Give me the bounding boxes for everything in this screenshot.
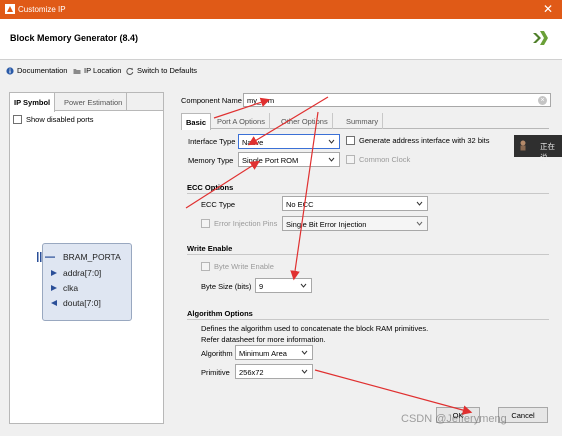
bus-bracket-icon bbox=[37, 252, 55, 262]
primitive-select[interactable]: 256x72 bbox=[235, 364, 313, 379]
bram-symbol: BRAM_PORTA addra[7:0] clka douta[7:0] bbox=[37, 243, 132, 321]
chevron-down-icon bbox=[300, 283, 307, 288]
chevron-down-icon bbox=[416, 221, 423, 226]
tab-summary[interactable]: Summary bbox=[342, 113, 384, 129]
gen-addr-option[interactable]: Generate address interface with 32 bits bbox=[346, 136, 490, 145]
bram-porta-label: BRAM_PORTA bbox=[63, 252, 121, 262]
common-clock-checkbox[interactable] bbox=[346, 155, 355, 164]
dialog-header: Block Memory Generator (8.4) bbox=[0, 19, 562, 60]
ip-symbol-panel: IP Symbol Power Estimation Show disabled… bbox=[9, 92, 164, 424]
divider bbox=[187, 193, 549, 194]
pin-clka: clka bbox=[49, 283, 78, 293]
chevron-down-icon bbox=[328, 157, 335, 162]
switch-defaults-button[interactable]: Switch to Defaults bbox=[126, 66, 197, 75]
write-enable-heading: Write Enable bbox=[187, 244, 233, 253]
app-icon bbox=[5, 4, 15, 14]
input-arrow-icon bbox=[51, 285, 57, 291]
documentation-button[interactable]: Documentation bbox=[6, 66, 67, 75]
chevron-down-icon bbox=[328, 139, 335, 144]
gen-addr-checkbox[interactable] bbox=[346, 136, 355, 145]
mascot-icon bbox=[520, 140, 526, 151]
pin-addra: addra[7:0] bbox=[49, 268, 101, 278]
ecc-options-heading: ECC Options bbox=[187, 183, 234, 192]
config-tab-bar: Basic Port A Options Other Options Summa… bbox=[181, 113, 549, 130]
vivado-logo-icon bbox=[533, 31, 548, 45]
csdn-watermark: CSDN @Jefferymeng bbox=[401, 413, 507, 425]
interface-type-label: Interface Type bbox=[188, 137, 236, 146]
show-disabled-ports-checkbox[interactable] bbox=[13, 115, 22, 124]
primitive-label: Primitive bbox=[201, 368, 230, 377]
algorithm-select[interactable]: Minimum Area bbox=[235, 345, 313, 360]
input-arrow-icon bbox=[51, 270, 57, 276]
configuration-panel: Component Name my_rom × Basic Port A Opt… bbox=[176, 90, 554, 430]
ecc-type-label: ECC Type bbox=[201, 200, 236, 209]
tab-ip-symbol[interactable]: IP Symbol bbox=[10, 93, 56, 112]
divider bbox=[187, 319, 549, 320]
ip-location-button[interactable]: IP Location bbox=[73, 66, 121, 75]
divider bbox=[187, 254, 549, 255]
algorithm-options-heading: Algorithm Options bbox=[187, 309, 253, 318]
tab-basic[interactable]: Basic bbox=[181, 113, 212, 130]
tab-power-estimation[interactable]: Power Estimation bbox=[60, 93, 128, 111]
refresh-icon bbox=[126, 67, 134, 75]
byte-size-select[interactable]: 9 bbox=[255, 278, 312, 293]
component-name-input[interactable]: my_rom × bbox=[243, 93, 551, 107]
folder-icon bbox=[73, 68, 81, 74]
component-name-label: Component Name bbox=[181, 96, 242, 105]
interface-type-select[interactable]: Native bbox=[238, 134, 340, 149]
common-clock-option[interactable]: Common Clock bbox=[346, 155, 410, 164]
output-arrow-icon bbox=[51, 300, 57, 306]
algorithm-datasheet-note: Refer datasheet for more information. bbox=[201, 335, 326, 344]
byte-write-enable-option[interactable]: Byte Write Enable bbox=[201, 262, 274, 271]
show-disabled-ports-option[interactable]: Show disabled ports bbox=[13, 115, 94, 124]
ip-title: Block Memory Generator (8.4) bbox=[10, 33, 139, 43]
info-icon bbox=[6, 66, 14, 75]
chevron-down-icon bbox=[301, 350, 308, 355]
pin-douta: douta[7:0] bbox=[49, 298, 101, 308]
toolbar: Documentation IP Location Switch to Defa… bbox=[0, 60, 562, 82]
error-injection-option[interactable]: Error Injection Pins bbox=[201, 219, 277, 228]
popup-text: 正在说 bbox=[540, 142, 555, 162]
error-injection-checkbox[interactable] bbox=[201, 219, 210, 228]
title-bar: Customize IP ✕ bbox=[0, 0, 562, 19]
left-tab-bar: IP Symbol Power Estimation bbox=[10, 93, 163, 112]
window-title: Customize IP bbox=[18, 5, 66, 14]
chevron-down-icon bbox=[416, 201, 423, 206]
byte-size-label: Byte Size (bits) bbox=[201, 282, 252, 291]
error-injection-select[interactable]: Single Bit Error Injection bbox=[282, 216, 428, 231]
close-icon[interactable]: ✕ bbox=[543, 2, 553, 16]
port-bus: BRAM_PORTA bbox=[35, 252, 121, 262]
byte-write-enable-checkbox[interactable] bbox=[201, 262, 210, 271]
memory-type-label: Memory Type bbox=[188, 156, 234, 165]
algorithm-description: Defines the algorithm used to concatenat… bbox=[201, 324, 429, 333]
chevron-down-icon bbox=[301, 369, 308, 374]
notification-popup: 正在说 bbox=[514, 135, 562, 162]
tab-other-options[interactable]: Other Options bbox=[277, 113, 333, 129]
ecc-type-select[interactable]: No ECC bbox=[282, 196, 428, 211]
tab-port-a-options[interactable]: Port A Options bbox=[213, 113, 270, 129]
clear-icon[interactable]: × bbox=[538, 96, 547, 105]
algorithm-label: Algorithm bbox=[201, 349, 233, 358]
memory-type-select[interactable]: Single Port ROM bbox=[238, 152, 340, 167]
